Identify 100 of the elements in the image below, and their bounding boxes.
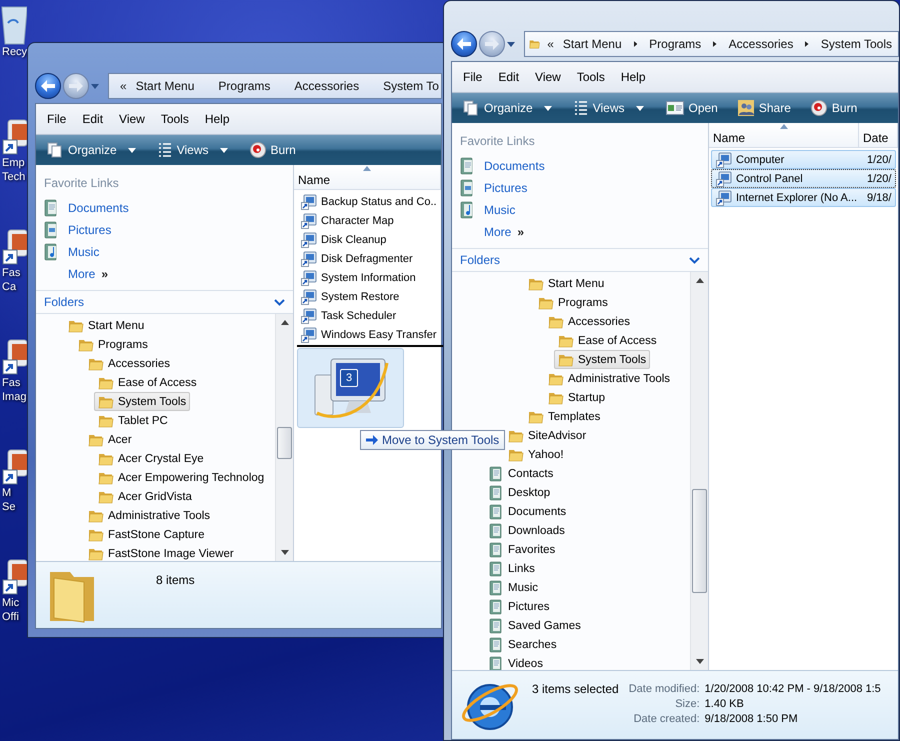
tree-item[interactable]: Start Menu xyxy=(524,274,608,293)
icon-label[interactable]: Mic Offi xyxy=(0,596,20,624)
tree-item[interactable]: System Tools xyxy=(94,392,190,411)
favorite-link[interactable]: Music xyxy=(42,241,100,263)
folders-header[interactable]: Folders xyxy=(36,290,293,314)
tree-item[interactable]: Downloads xyxy=(484,521,569,540)
icon-label[interactable]: Recy xyxy=(0,45,28,59)
tree-item[interactable]: SiteAdvisor xyxy=(504,426,590,445)
file-row[interactable]: Internet Explorer (No A... 9/18/ xyxy=(711,188,896,207)
tree-item[interactable]: Desktop xyxy=(484,483,554,502)
tree-item[interactable]: Acer xyxy=(84,430,136,449)
breadcrumb[interactable]: Programs xyxy=(647,37,704,51)
toolbar-button[interactable]: Share xyxy=(732,97,796,119)
breadcrumb[interactable]: Accessories xyxy=(726,37,796,51)
tree-item[interactable]: Searches xyxy=(484,635,561,654)
tree-item[interactable]: Yahoo! xyxy=(504,445,568,464)
toolbar-button[interactable]: Views xyxy=(568,97,648,119)
scrollbar-thumb[interactable] xyxy=(692,489,707,594)
tree-item[interactable]: Accessories xyxy=(544,312,634,331)
file-row[interactable]: Control Panel 1/20/ xyxy=(711,169,896,188)
file-row[interactable]: Backup Status and Co.. xyxy=(296,192,439,211)
file-row[interactable]: Character Map xyxy=(296,211,439,230)
breadcrumb[interactable]: Programs xyxy=(216,79,272,93)
tree-item[interactable]: Startup xyxy=(544,388,610,407)
menu-item[interactable]: Tools xyxy=(154,109,196,129)
tree-item[interactable]: Acer Empowering Technolog xyxy=(94,468,268,487)
scroll-down-arrow-icon[interactable] xyxy=(696,659,704,664)
tree-item[interactable]: Favorites xyxy=(484,540,560,559)
menu-item[interactable]: Help xyxy=(198,109,237,129)
column-header[interactable]: Name xyxy=(709,123,859,147)
favorite-link[interactable]: Documents xyxy=(42,197,129,219)
file-row[interactable]: System Restore xyxy=(296,287,439,306)
overflow-chevrons[interactable]: « xyxy=(117,79,130,93)
tree-item[interactable]: Acer Crystal Eye xyxy=(94,449,208,468)
breadcrumb[interactable]: Start Menu xyxy=(134,79,196,93)
tree-item[interactable]: Templates xyxy=(524,407,604,426)
tree-item[interactable]: Administrative Tools xyxy=(544,369,674,388)
toolbar-button[interactable]: Open xyxy=(660,98,723,118)
menu-item[interactable]: View xyxy=(112,109,152,129)
file-row[interactable]: Disk Defragmenter xyxy=(296,249,439,268)
address-bar[interactable]: « Start Menu Programs Accessories System Tools xyxy=(524,31,899,57)
icon-label[interactable]: M Se xyxy=(0,486,16,514)
scrollbar-thumb[interactable] xyxy=(277,426,292,459)
tree-item[interactable]: Links xyxy=(484,559,539,578)
menu-item[interactable]: Tools xyxy=(570,67,612,87)
breadcrumb[interactable]: System Tools xyxy=(818,37,894,51)
icon-label[interactable]: Fas Imag xyxy=(0,376,26,404)
back-button[interactable] xyxy=(451,31,477,57)
favorite-link[interactable]: Pictures xyxy=(42,219,112,241)
menu-item[interactable]: Help xyxy=(614,67,653,87)
toolbar-button[interactable]: Organize xyxy=(42,139,141,161)
overflow-chevrons[interactable]: « xyxy=(544,37,557,51)
folders-header[interactable]: Folders xyxy=(452,248,708,272)
scroll-down-arrow-icon[interactable] xyxy=(280,550,288,555)
tree-item[interactable]: Accessories xyxy=(84,354,174,373)
favorite-link[interactable]: Music xyxy=(458,199,516,221)
tree-item[interactable]: Documents xyxy=(484,502,570,521)
breadcrumb[interactable]: Start Menu xyxy=(560,37,624,51)
scrollbar[interactable] xyxy=(275,314,293,561)
tree-item[interactable]: FastStone Capture xyxy=(84,525,209,544)
menu-item[interactable]: Edit xyxy=(75,109,110,129)
column-header[interactable]: Date xyxy=(859,123,898,147)
toolbar-button[interactable]: Organize xyxy=(458,97,557,119)
scroll-up-arrow-icon[interactable] xyxy=(280,320,288,325)
file-row[interactable]: Disk Cleanup xyxy=(296,230,439,249)
tree-item[interactable]: Saved Games xyxy=(484,616,585,635)
menu-item[interactable]: View xyxy=(528,67,568,87)
tree-item[interactable]: Ease of Access xyxy=(94,373,201,392)
tree-item[interactable]: Programs xyxy=(534,293,612,312)
tree-item[interactable]: Start Menu xyxy=(64,316,148,335)
breadcrumb[interactable]: System To xyxy=(381,79,441,93)
icon-label[interactable]: Emp Tech xyxy=(0,156,26,184)
column-header[interactable]: Name xyxy=(294,165,441,189)
tree-item[interactable]: Contacts xyxy=(484,464,558,483)
tree-item[interactable]: System Tools xyxy=(554,350,650,369)
tree-item[interactable]: Pictures xyxy=(484,597,554,616)
favorite-link[interactable]: Documents xyxy=(458,155,545,177)
tree-item[interactable]: Tablet PC xyxy=(94,411,172,430)
file-row[interactable]: Computer 1/20/ xyxy=(711,150,896,169)
back-button[interactable] xyxy=(35,73,61,99)
icon-label[interactable]: Fas Ca xyxy=(0,266,20,294)
menu-item[interactable]: Edit xyxy=(491,67,526,87)
toolbar-button[interactable]: Views xyxy=(152,139,232,161)
tree-item[interactable]: Ease of Access xyxy=(554,331,661,350)
file-row[interactable]: Task Scheduler xyxy=(296,306,439,325)
more-link[interactable]: More » xyxy=(458,221,524,243)
address-bar[interactable]: « Start Menu Programs Accessories System To xyxy=(108,73,442,99)
tree-item[interactable]: Acer GridVista xyxy=(94,487,196,506)
tree-item[interactable]: Administrative Tools xyxy=(84,506,214,525)
scroll-up-arrow-icon[interactable] xyxy=(696,278,704,283)
toolbar-button[interactable]: Burn xyxy=(806,97,862,119)
scrollbar[interactable] xyxy=(690,272,708,670)
breadcrumb[interactable]: Accessories xyxy=(292,79,362,93)
file-row[interactable]: System Information xyxy=(296,268,439,287)
menu-item[interactable]: File xyxy=(40,109,74,129)
tree-item[interactable]: Music xyxy=(484,578,542,597)
toolbar-button[interactable]: Burn xyxy=(244,139,301,161)
menu-item[interactable]: File xyxy=(456,67,490,87)
more-link[interactable]: More » xyxy=(42,263,108,285)
favorite-link[interactable]: Pictures xyxy=(458,177,528,199)
